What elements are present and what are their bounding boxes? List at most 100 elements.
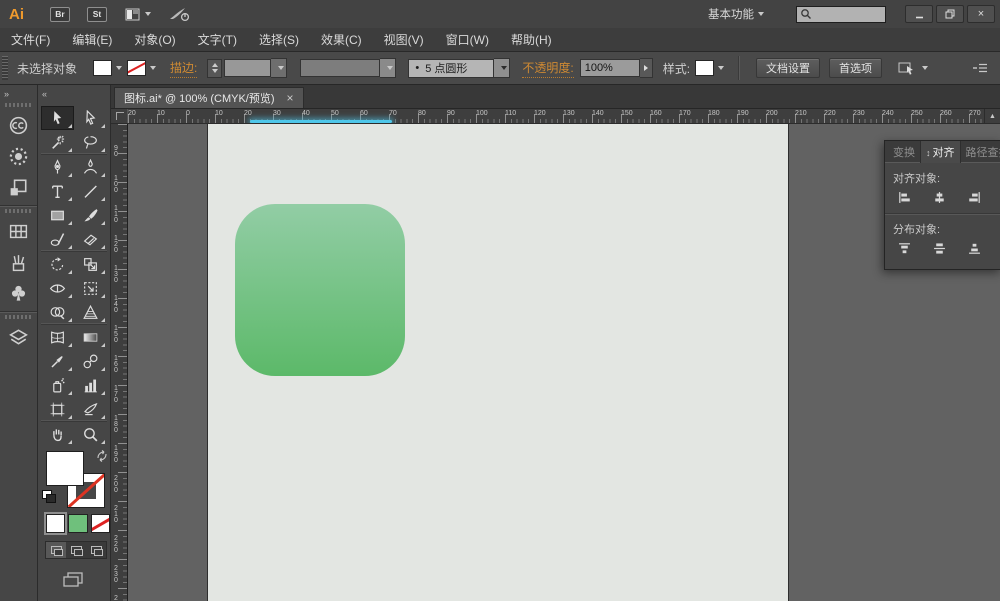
workspace-switcher[interactable]: 基本功能	[702, 3, 770, 25]
align-panel-tab-2[interactable]: 路径查找器	[961, 141, 1000, 163]
align-center-h-button[interactable]	[930, 189, 948, 206]
preferences-button[interactable]: 首选项	[829, 58, 882, 78]
dock-group-grip[interactable]	[5, 103, 32, 107]
tab-close-icon[interactable]: ×	[287, 92, 294, 104]
canvas[interactable]	[128, 124, 1000, 601]
fill-swatch-caret[interactable]	[112, 60, 122, 76]
tool-graph[interactable]	[74, 373, 107, 397]
dock-panel-creative-cloud-button[interactable]	[4, 110, 34, 140]
width-profile-dropdown[interactable]	[494, 58, 510, 78]
minimize-button[interactable]	[905, 5, 933, 23]
dock-group-grip[interactable]	[5, 209, 32, 213]
width-profile-value[interactable]: • 5 点圆形	[408, 59, 494, 78]
stroke-swatch-caret[interactable]	[146, 60, 156, 76]
menu-item-7[interactable]: 窗口(W)	[435, 31, 500, 48]
opacity-control[interactable]: 100%	[580, 58, 653, 78]
stroke-panel-link[interactable]: 描边:	[170, 59, 197, 78]
opacity-panel-link[interactable]: 不透明度:	[522, 59, 573, 78]
tool-free-transform[interactable]	[74, 276, 107, 300]
tool-shape-builder[interactable]	[41, 300, 74, 324]
tool-selection[interactable]	[41, 106, 74, 130]
rounded-square-shape[interactable]	[235, 204, 405, 376]
tool-mesh[interactable]	[41, 324, 74, 349]
tool-artboard[interactable]	[41, 397, 74, 421]
fill-indicator[interactable]	[46, 451, 84, 486]
tool-type[interactable]	[41, 179, 74, 203]
draw-normal-button[interactable]	[46, 542, 66, 558]
tool-pencil[interactable]	[41, 227, 74, 251]
menu-item-8[interactable]: 帮助(H)	[500, 31, 563, 48]
style-swatch[interactable]	[695, 60, 714, 76]
dock-panel-symbols-button[interactable]	[4, 278, 34, 308]
tool-paintbrush[interactable]	[74, 203, 107, 227]
distribute-top-button[interactable]	[895, 240, 913, 257]
tool-pen[interactable]	[41, 154, 74, 179]
tool-hand[interactable]	[41, 421, 74, 446]
default-fill-stroke-button[interactable]	[42, 490, 56, 503]
align-panel-tab-0[interactable]: 变换	[888, 141, 920, 163]
menu-item-4[interactable]: 选择(S)	[248, 31, 310, 48]
tool-magic-wand[interactable]	[41, 130, 74, 154]
tool-gradient[interactable]	[74, 324, 107, 349]
search-box[interactable]	[796, 6, 886, 23]
dock-panel-layers-button[interactable]	[4, 322, 34, 352]
cs-live-button[interactable]	[169, 6, 191, 22]
stroke-swatch[interactable]	[127, 60, 146, 76]
dock-panel-swatches-button[interactable]	[4, 216, 34, 246]
menu-item-2[interactable]: 对象(O)	[123, 31, 186, 48]
tool-rotate[interactable]	[41, 251, 74, 276]
brush-definition-combo[interactable]	[300, 58, 396, 78]
style-swatch-caret[interactable]	[714, 60, 724, 76]
opacity-input[interactable]: 100%	[580, 59, 640, 77]
menu-item-5[interactable]: 效果(C)	[310, 31, 373, 48]
tool-lasso[interactable]	[74, 130, 107, 154]
stroke-width-stepper[interactable]	[207, 59, 222, 78]
bridge-button[interactable]: Br	[50, 7, 70, 22]
fill-color-control[interactable]	[93, 60, 122, 76]
opacity-dropdown[interactable]	[640, 58, 653, 78]
style-swatch-control[interactable]	[695, 60, 724, 76]
panel-grip[interactable]	[2, 56, 8, 80]
color-button[interactable]	[46, 514, 65, 533]
menu-item-3[interactable]: 文字(T)	[187, 31, 248, 48]
menu-item-0[interactable]: 文件(F)	[0, 31, 61, 48]
tool-scale[interactable]	[74, 251, 107, 276]
stroke-color-control[interactable]	[127, 60, 156, 76]
none-button[interactable]	[91, 514, 110, 533]
stroke-width-dropdown[interactable]	[271, 58, 287, 78]
tool-eyedropper[interactable]	[41, 349, 74, 373]
menu-item-6[interactable]: 视图(V)	[373, 31, 435, 48]
dock-expand-button[interactable]: »	[0, 85, 37, 102]
ruler-origin-corner[interactable]	[111, 109, 128, 123]
arrange-documents-button[interactable]	[125, 8, 151, 21]
restore-button[interactable]	[936, 5, 964, 23]
align-panel-tab-1[interactable]: ↕对齐	[920, 140, 961, 163]
align-left-button[interactable]	[895, 189, 913, 206]
document-setup-button[interactable]: 文档设置	[756, 58, 820, 78]
swap-fill-stroke-button[interactable]	[96, 449, 108, 467]
select-similar-button[interactable]	[898, 61, 928, 76]
width-profile-combo[interactable]: • 5 点圆形	[408, 58, 510, 78]
menu-item-1[interactable]: 编辑(E)	[61, 31, 123, 48]
fill-swatch[interactable]	[93, 60, 112, 76]
close-button[interactable]: ×	[967, 5, 995, 23]
tool-width[interactable]	[41, 276, 74, 300]
align-right-button[interactable]	[965, 189, 983, 206]
vertical-ruler[interactable]: 9 01 0 01 1 01 2 01 3 01 4 01 5 01 6 01 …	[111, 124, 128, 601]
control-panel-menu-button[interactable]	[972, 63, 988, 73]
dock-panel-color-themes-button[interactable]	[4, 141, 34, 171]
tool-direct-selection[interactable]	[74, 106, 107, 130]
stroke-width-value[interactable]	[224, 59, 271, 77]
dock-group-grip[interactable]	[5, 315, 32, 319]
scroll-up-button[interactable]: ▲	[984, 109, 1000, 123]
tool-zoom[interactable]	[74, 421, 107, 446]
brush-definition-value[interactable]	[300, 59, 380, 77]
tool-blend[interactable]	[74, 349, 107, 373]
dock-panel-brushes-button[interactable]	[4, 247, 34, 277]
tool-eraser[interactable]	[74, 227, 107, 251]
stock-button[interactable]: St	[87, 7, 107, 22]
distribute-bottom-button[interactable]	[965, 240, 983, 257]
tool-rectangle[interactable]	[41, 203, 74, 227]
horizontal-ruler[interactable]: 2010010203040506070809010011012013014015…	[128, 109, 984, 123]
tool-curvature[interactable]	[74, 154, 107, 179]
